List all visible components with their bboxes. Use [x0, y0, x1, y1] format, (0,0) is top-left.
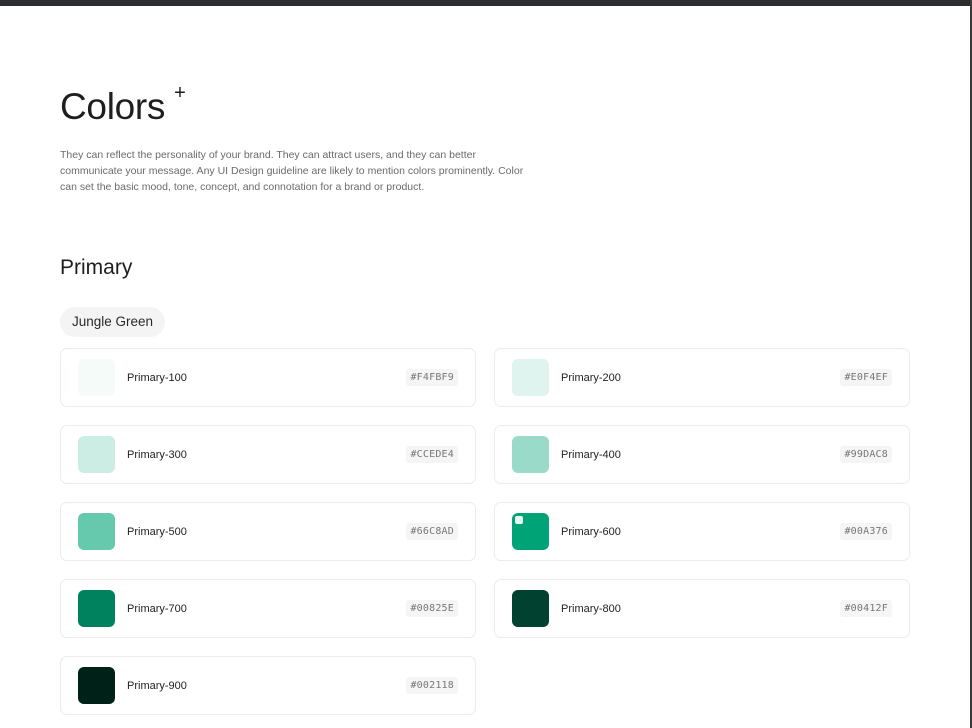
hex-code[interactable]: #E0F4EF: [840, 369, 892, 386]
color-family-chip[interactable]: Jungle Green: [60, 307, 166, 337]
color-card-primary-400[interactable]: Primary-400 #99DAC8: [494, 425, 910, 484]
color-swatch: [78, 513, 115, 550]
color-swatch: [512, 590, 549, 627]
color-name: Primary-600: [561, 525, 621, 538]
color-name: Primary-900: [127, 679, 187, 692]
color-card-grid: Primary-100 #F4FBF9 Primary-200 #E0F4EF …: [60, 348, 910, 715]
color-card-primary-700[interactable]: Primary-700 #00825E: [60, 579, 476, 638]
selection-marker-icon: [515, 516, 523, 524]
color-card-primary-200[interactable]: Primary-200 #E0F4EF: [494, 348, 910, 407]
color-name: Primary-800: [561, 602, 621, 615]
hex-code[interactable]: #00825E: [406, 600, 458, 617]
color-card-primary-300[interactable]: Primary-300 #CCEDE4: [60, 425, 476, 484]
plus-icon: +: [174, 82, 186, 104]
color-swatch: [512, 436, 549, 473]
hex-code[interactable]: #00412F: [840, 600, 892, 617]
page-description: They can reflect the personality of your…: [60, 149, 524, 193]
title-row: Colors +: [60, 82, 186, 128]
color-card-primary-500[interactable]: Primary-500 #66C8AD: [60, 502, 476, 561]
color-swatch: [78, 590, 115, 627]
color-card-primary-600[interactable]: Primary-600 #00A376: [494, 502, 910, 561]
hex-code[interactable]: #66C8AD: [406, 523, 458, 540]
color-name: Primary-700: [127, 602, 187, 615]
window-top-bar: [0, 0, 972, 6]
hex-code[interactable]: #99DAC8: [840, 446, 892, 463]
color-card-primary-900[interactable]: Primary-900 #002118: [60, 656, 476, 715]
color-name: Primary-500: [127, 525, 187, 538]
color-name: Primary-300: [127, 448, 187, 461]
color-swatch: [78, 359, 115, 396]
hex-code[interactable]: #F4FBF9: [406, 369, 458, 386]
color-swatch: [512, 359, 549, 396]
color-card-primary-800[interactable]: Primary-800 #00412F: [494, 579, 910, 638]
color-card-primary-100[interactable]: Primary-100 #F4FBF9: [60, 348, 476, 407]
color-name: Primary-100: [127, 371, 187, 384]
color-swatch: [78, 667, 115, 704]
color-swatch: [512, 513, 549, 550]
hex-code[interactable]: #CCEDE4: [406, 446, 458, 463]
color-name: Primary-400: [561, 448, 621, 461]
color-name: Primary-200: [561, 371, 621, 384]
section-title: Primary: [60, 256, 133, 279]
hex-code[interactable]: #00A376: [840, 523, 892, 540]
page-title: Colors: [60, 86, 166, 127]
color-swatch: [78, 436, 115, 473]
hex-code[interactable]: #002118: [406, 677, 458, 694]
